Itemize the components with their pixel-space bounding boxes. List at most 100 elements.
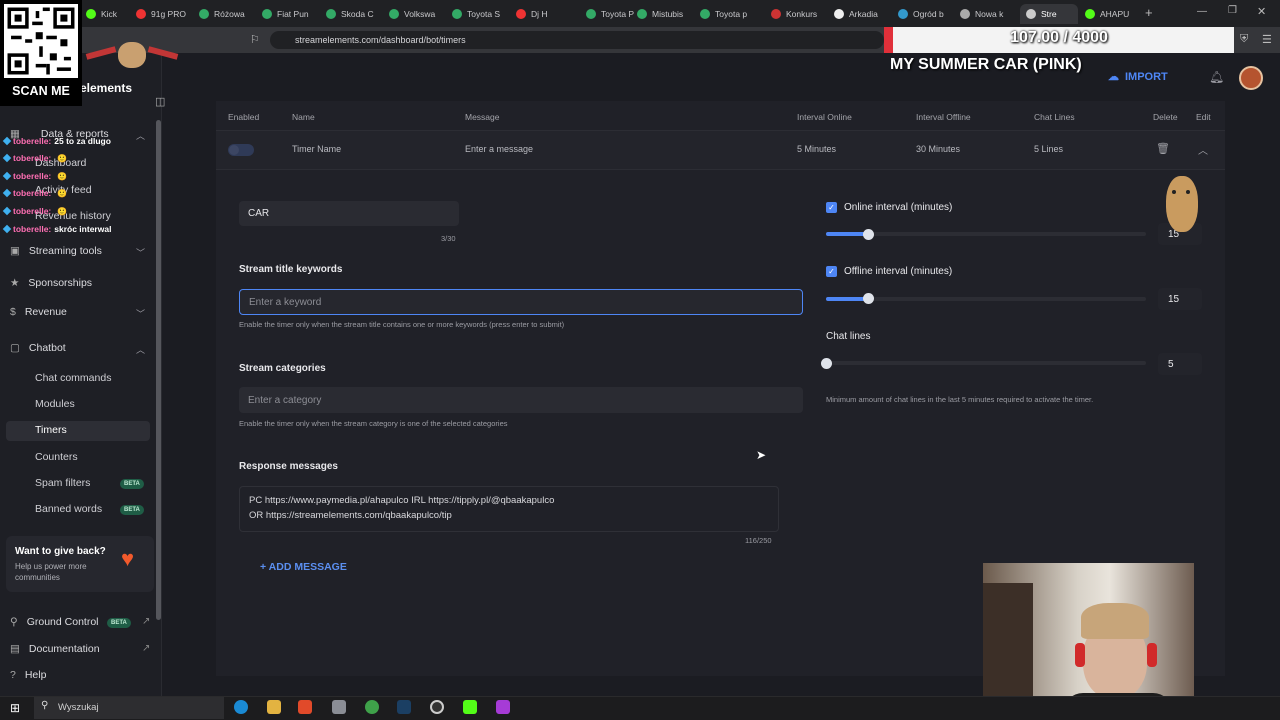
browser-tab[interactable]: Toyota S bbox=[452, 4, 508, 24]
browser-tab[interactable]: Toyota p bbox=[700, 4, 756, 24]
browser-tab[interactable]: Toyota P bbox=[586, 4, 642, 24]
tools-icon: ▣ bbox=[10, 245, 20, 257]
chat-lines-slider-track[interactable] bbox=[826, 361, 1146, 365]
chat-message: toberelle: 🙂 bbox=[2, 206, 67, 216]
tab-label: 91g PRO bbox=[151, 9, 186, 19]
steam-icon[interactable] bbox=[397, 700, 411, 714]
categories-hint: Enable the timer only when the stream ca… bbox=[239, 419, 508, 428]
col-header-edit: Edit bbox=[1196, 112, 1211, 122]
chat-message: toberelle: 25 to za dlugo bbox=[2, 136, 111, 146]
shield-icon[interactable]: ⛨ bbox=[1240, 33, 1248, 46]
categories-label: Stream categories bbox=[239, 363, 326, 374]
tab-label: Mistubis bbox=[652, 9, 684, 19]
book-icon: ▤ bbox=[10, 643, 20, 655]
sidebar-item-modules[interactable]: Modules bbox=[35, 398, 75, 410]
timer-name-input[interactable]: CAR bbox=[239, 201, 459, 226]
sidebar-item-help[interactable]: ? Help bbox=[10, 669, 46, 681]
app-icon[interactable] bbox=[496, 700, 510, 714]
sidebar-item-sponsorships[interactable]: ★ Sponsorships bbox=[10, 277, 92, 289]
donation-goal-text: 107.00 / 4000 bbox=[1010, 29, 1108, 46]
offline-slider-handle[interactable] bbox=[863, 293, 874, 304]
windows-start-icon[interactable]: ⊞ bbox=[10, 701, 20, 715]
edge-icon[interactable] bbox=[234, 700, 248, 714]
sidebar-item-revenue[interactable]: $ Revenue bbox=[10, 306, 67, 318]
sidebar-item-counters[interactable]: Counters bbox=[35, 451, 78, 463]
sidebar-item-documentation[interactable]: ▤ Documentation bbox=[10, 643, 100, 655]
avatar[interactable] bbox=[1239, 66, 1263, 90]
online-slider-track[interactable] bbox=[826, 232, 1146, 236]
close-window-button[interactable]: ✕ bbox=[1257, 5, 1266, 18]
keyword-input[interactable]: Enter a keyword bbox=[239, 289, 803, 315]
brave-icon[interactable] bbox=[298, 700, 312, 714]
browser-tab[interactable]: Arkadia bbox=[834, 4, 890, 24]
sidebar-item-spam-filters[interactable]: Spam filters bbox=[35, 477, 90, 489]
browser-tab[interactable]: Mistubis bbox=[637, 4, 693, 24]
badge-icon bbox=[2, 206, 12, 216]
browser-tab[interactable]: Kick bbox=[86, 4, 142, 24]
url-field[interactable]: streamelements.com/dashboard/bot/timers bbox=[270, 31, 884, 49]
menu-icon[interactable]: ☰ bbox=[1262, 33, 1272, 46]
pin-icon: ⚲ bbox=[10, 616, 18, 628]
sidebar-item-chatbot[interactable]: ▢ Chatbot bbox=[10, 342, 66, 354]
trash-icon[interactable]: 🗑︎ bbox=[1156, 142, 1170, 155]
row-name: Timer Name bbox=[292, 144, 342, 154]
bookmark-icon[interactable]: ⚐ bbox=[250, 33, 260, 46]
sidebar-item-banned-words[interactable]: Banned words bbox=[35, 503, 102, 515]
taskbar-search-input[interactable]: Wyszukaj bbox=[34, 697, 224, 719]
col-header-chat-lines: Chat Lines bbox=[1034, 112, 1075, 122]
maximize-button[interactable]: ❐ bbox=[1228, 5, 1237, 16]
category-input[interactable]: Enter a category bbox=[239, 387, 803, 413]
chevron-up-icon: ︿ bbox=[136, 345, 146, 355]
add-message-button[interactable]: + ADD MESSAGE bbox=[260, 561, 347, 573]
browser-tab[interactable]: Konkurs bbox=[771, 4, 827, 24]
bell-icon[interactable]: 🔔︎ bbox=[1209, 70, 1224, 84]
sidebar-item-ground-control[interactable]: ⚲ Ground Control bbox=[10, 616, 99, 628]
online-slider-handle[interactable] bbox=[863, 229, 874, 240]
kick-icon[interactable] bbox=[463, 700, 477, 714]
import-button[interactable]: ☁ IMPORT bbox=[1108, 70, 1168, 84]
chat-lines-value[interactable]: 5 bbox=[1158, 353, 1202, 375]
obs-icon[interactable] bbox=[430, 700, 444, 714]
badge-icon bbox=[2, 188, 12, 198]
chat-icon: ▢ bbox=[10, 342, 20, 354]
browser-tab[interactable]: AHAPU bbox=[1085, 4, 1141, 24]
chrome-icon[interactable] bbox=[365, 700, 379, 714]
sidebar-item-timers[interactable]: Timers bbox=[35, 424, 67, 436]
browser-tab[interactable]: Volkswa bbox=[389, 4, 445, 24]
chat-username: toberelle: bbox=[13, 171, 52, 181]
browser-tab[interactable]: Ogród b bbox=[898, 4, 954, 24]
give-back-title: Want to give back? bbox=[15, 546, 106, 557]
browser-tab[interactable]: Fiat Pun bbox=[262, 4, 318, 24]
offline-interval-value[interactable]: 15 bbox=[1158, 288, 1202, 310]
beta-badge: BETA bbox=[120, 505, 144, 515]
sidebar-item-chat-commands[interactable]: Chat commands bbox=[35, 372, 111, 384]
brand-logo[interactable]: elements bbox=[80, 81, 132, 95]
chat-message: toberelle: 🙂 bbox=[2, 153, 67, 163]
chevron-up-icon[interactable]: ︿ bbox=[1198, 142, 1208, 157]
response-message-textarea[interactable]: PC https://www.paymedia.pl/ahapulco IRL … bbox=[239, 486, 779, 532]
browser-tab[interactable]: Różowa bbox=[199, 4, 255, 24]
tab-favicon-icon bbox=[586, 9, 596, 19]
response-label: Response messages bbox=[239, 461, 338, 472]
browser-tab[interactable]: Skoda C bbox=[326, 4, 382, 24]
chat-lines-slider-handle[interactable] bbox=[821, 358, 832, 369]
folder-icon[interactable] bbox=[267, 700, 281, 714]
browser-tab[interactable]: Nowa k bbox=[960, 4, 1016, 24]
chat-message: toberelle: 🙂 bbox=[2, 171, 67, 181]
collapse-sidebar-icon[interactable]: ◫ bbox=[155, 95, 165, 108]
offline-slider-track[interactable] bbox=[826, 297, 1146, 301]
minimize-button[interactable]: — bbox=[1197, 6, 1207, 17]
tab-label: Toyota p bbox=[715, 9, 748, 19]
offline-interval-checkbox[interactable]: ✓ bbox=[826, 266, 837, 277]
sidebar-item-streaming-tools[interactable]: ▣ Streaming tools bbox=[10, 245, 102, 257]
browser-tab[interactable]: 91g PRO bbox=[136, 4, 192, 24]
tab-label: Nowa k bbox=[975, 9, 1004, 19]
sidebar-scrollbar[interactable] bbox=[156, 120, 161, 620]
browser-tab[interactable]: Stre bbox=[1020, 4, 1078, 24]
app-icon[interactable] bbox=[332, 700, 346, 714]
online-interval-checkbox[interactable]: ✓ bbox=[826, 202, 837, 213]
tab-favicon-icon bbox=[637, 9, 647, 19]
browser-tab[interactable]: Dj H bbox=[516, 4, 572, 24]
chat-message: toberelle: skróc interwal bbox=[2, 224, 111, 234]
new-tab-button[interactable]: + bbox=[1145, 5, 1153, 20]
